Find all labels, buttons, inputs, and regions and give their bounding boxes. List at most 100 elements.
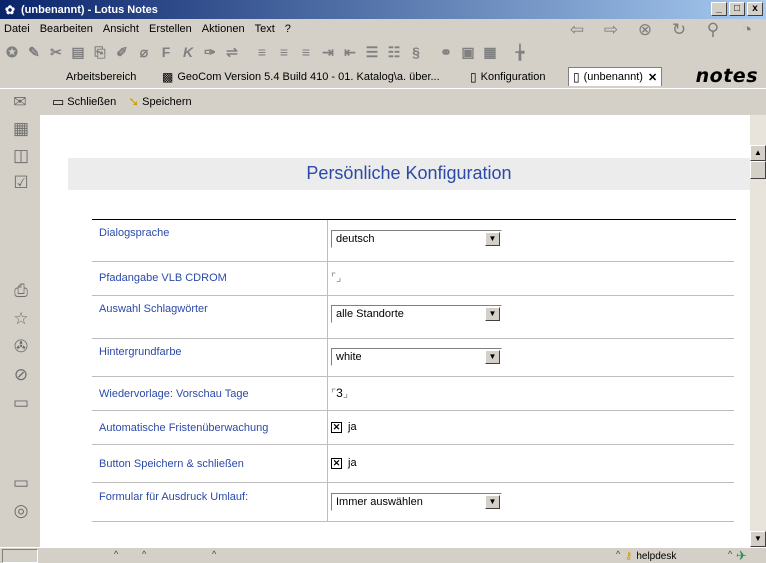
speichern-schliessen-checkbox[interactable]: ✕ ja: [331, 457, 357, 469]
select-value: alle Standorte: [336, 308, 404, 320]
align-right-icon[interactable]: ≡: [296, 42, 316, 62]
lotus-notes-app-icon[interactable]: ✿: [3, 3, 17, 17]
close-window-button[interactable]: x: [747, 2, 763, 16]
location-indicator[interactable]: ⚷ helpdesk: [622, 549, 720, 563]
status-caret-icon[interactable]: ^: [114, 549, 118, 559]
minimize-button[interactable]: _: [711, 2, 727, 16]
status-caret-icon[interactable]: ^: [616, 549, 620, 559]
chevron-down-icon[interactable]: ▼: [485, 232, 500, 246]
window-tab-bar: Arbeitsbereich ▩ GeoCom Version 5.4 Buil…: [0, 65, 766, 88]
title-bar: ✿ (unbenannt) - Lotus Notes _ □ x: [0, 0, 766, 19]
bullet-list-icon[interactable]: ☰: [362, 42, 382, 62]
status-caret-icon[interactable]: ^: [142, 549, 146, 559]
scroll-thumb[interactable]: [750, 161, 766, 179]
smarticon-1-icon[interactable]: ✪: [2, 42, 22, 62]
fristenueberwachung-checkbox[interactable]: ✕ ja: [331, 421, 357, 433]
outdent-icon[interactable]: ⇤: [340, 42, 360, 62]
menu-help[interactable]: ?: [280, 23, 296, 35]
properties-icon[interactable]: ╆: [510, 42, 530, 62]
chevron-down-icon[interactable]: ▼: [485, 495, 500, 509]
folder-bookmark-2-icon[interactable]: ▭: [9, 472, 33, 494]
checkbox-checked-icon[interactable]: ✕: [331, 457, 342, 469]
schlagwoerter-select[interactable]: alle Standorte ▼: [331, 305, 502, 323]
field-table: Dialogsprache deutsch ▼ Pfadangabe VLB C…: [92, 220, 734, 522]
spellcheck-icon[interactable]: ▣: [458, 42, 478, 62]
smarticon-4-icon[interactable]: ▤: [68, 42, 88, 62]
permanent-pen-icon[interactable]: ⇌: [222, 42, 242, 62]
menu-erstellen[interactable]: Erstellen: [144, 23, 197, 35]
window-title: (unbenannt) - Lotus Notes: [21, 3, 158, 16]
save-label: Speichern: [142, 96, 192, 108]
trash-bookmark-icon[interactable]: ◎: [9, 500, 33, 522]
todo-bookmark-icon[interactable]: ☑: [9, 172, 33, 194]
tab-unbenannt[interactable]: ▯ (unbenannt) ✕: [568, 67, 663, 86]
databases-bookmark-icon[interactable]: ✇: [9, 336, 33, 358]
align-left-icon[interactable]: ≡: [252, 42, 272, 62]
dialogsprache-select[interactable]: deutsch ▼: [331, 230, 502, 248]
align-center-icon[interactable]: ≡: [274, 42, 294, 62]
field-row: Wiedervorlage: Vorschau Tage ⌜3⌟: [92, 377, 734, 411]
close-tab-icon[interactable]: ✕: [648, 71, 657, 84]
style-icon[interactable]: §: [406, 42, 426, 62]
scroll-down-button[interactable]: ▼: [750, 531, 766, 547]
vertical-scrollbar[interactable]: ▲ ▼: [750, 115, 766, 547]
scroll-up-button[interactable]: ▲: [750, 145, 766, 161]
close-label: Schließen: [67, 96, 117, 108]
refresh-icon[interactable]: ↻: [668, 20, 690, 40]
smarticon-toolbar: ✪ ✎ ✂ ▤ ⎘ ✐ ⌀ F K ✑ ⇌ ≡ ≡ ≡ ⇥ ⇤ ☰ ☷ § ⚭ …: [0, 39, 766, 65]
vorschau-tage-input[interactable]: ⌜3⌟: [331, 386, 348, 400]
bold-icon[interactable]: F: [156, 42, 176, 62]
status-caret-icon[interactable]: ^: [212, 549, 216, 559]
link-icon[interactable]: ⚭: [436, 42, 456, 62]
smarticon-2-icon[interactable]: ✎: [24, 42, 44, 62]
stop-icon[interactable]: ⊗: [634, 20, 656, 40]
smarticon-3-icon[interactable]: ✂: [46, 42, 66, 62]
tab-label: Konfiguration: [480, 70, 546, 83]
menu-bearbeiten[interactable]: Bearbeiten: [35, 23, 98, 35]
mail-bookmark-icon[interactable]: ✉: [0, 89, 40, 116]
field-label: Wiedervorlage: Vorschau Tage: [92, 377, 328, 410]
maximize-button[interactable]: □: [729, 2, 745, 16]
menu-ansicht[interactable]: Ansicht: [98, 23, 144, 35]
field-row: Button Speichern & schließen ✕ ja: [92, 445, 734, 483]
ausdruck-umlauf-select[interactable]: Immer auswählen ▼: [331, 493, 502, 511]
smarticon-6-icon[interactable]: ✐: [112, 42, 132, 62]
italic-icon[interactable]: K: [178, 42, 198, 62]
folder-bookmark-icon[interactable]: ▭: [9, 392, 33, 414]
address-book-bookmark-icon[interactable]: ◫: [9, 145, 33, 167]
pfadangabe-input[interactable]: ⌜⌟: [331, 270, 341, 284]
menu-text[interactable]: Text: [250, 23, 280, 35]
replication-status-icon[interactable]: ✈: [736, 548, 747, 563]
chevron-down-icon[interactable]: ▼: [485, 350, 500, 364]
menu-aktionen[interactable]: Aktionen: [197, 23, 250, 35]
replicator-bookmark-icon[interactable]: ⎙: [9, 280, 33, 302]
search-icon[interactable]: ⚲: [702, 20, 724, 40]
indent-icon[interactable]: ⇥: [318, 42, 338, 62]
forward-arrow-icon[interactable]: ⇨: [600, 20, 622, 40]
table-icon[interactable]: ▦: [480, 42, 500, 62]
smarticon-5-icon[interactable]: ⎘: [90, 42, 110, 62]
save-button[interactable]: ➘ Speichern: [128, 94, 191, 110]
chevron-down-icon[interactable]: ▼: [485, 307, 500, 321]
hintergrundfarbe-select[interactable]: white ▼: [331, 348, 502, 366]
tab-konfiguration[interactable]: ▯ Konfiguration: [470, 67, 545, 86]
highlight-icon[interactable]: ✑: [200, 42, 220, 62]
status-caret-icon[interactable]: ^: [728, 549, 732, 559]
tab-arbeitsbereich[interactable]: Arbeitsbereich: [66, 67, 136, 86]
calendar-bookmark-icon[interactable]: ▦: [9, 118, 33, 140]
close-button[interactable]: ▭ Schließen: [52, 94, 116, 110]
attach-icon[interactable]: ⌀: [134, 42, 154, 62]
checkbox-checked-icon[interactable]: ✕: [331, 421, 342, 433]
status-cell[interactable]: [2, 549, 38, 563]
number-list-icon[interactable]: ☷: [384, 42, 404, 62]
field-row: Formular für Ausdruck Umlauf: Immer ausw…: [92, 483, 734, 522]
more-bookmarks-icon[interactable]: ⊘: [9, 364, 33, 386]
favorites-bookmark-icon[interactable]: ☆: [9, 308, 33, 330]
tab-geocom-katalog[interactable]: ▩ GeoCom Version 5.4 Build 410 - 01. Kat…: [162, 67, 440, 86]
field-row: Auswahl Schlagwörter alle Standorte ▼: [92, 296, 734, 339]
save-icon: ➘: [128, 94, 140, 109]
window-controls: _ □ x: [711, 2, 763, 16]
web-icon[interactable]: ◔: [736, 20, 758, 40]
menu-datei[interactable]: Datei: [0, 23, 35, 35]
back-arrow-icon[interactable]: ⇦: [566, 20, 588, 40]
